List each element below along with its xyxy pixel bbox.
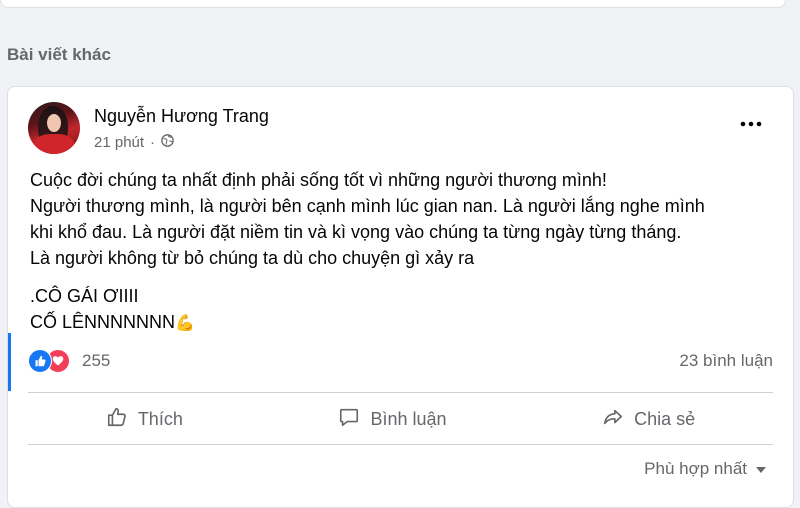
post-line: Người thương mình, là người bên cạnh mìn…: [30, 196, 705, 216]
post-card: Nguyễn Hương Trang 21 phút · Cuộc đời ch…: [7, 86, 794, 508]
like-button-label: Thích: [137, 408, 183, 429]
like-reaction-icon: [28, 349, 52, 373]
comments-count-link[interactable]: 23 bình luận: [679, 351, 773, 371]
post-cheer-line-1: .CÔ GÁI ƠIIII: [30, 286, 139, 306]
post-actions-bar: Thích Bình luận Chia sẻ: [28, 399, 773, 439]
author-name[interactable]: Nguyễn Hương Trang: [94, 106, 269, 127]
post-time[interactable]: 21 phút: [94, 134, 144, 151]
more-options-icon: [739, 114, 763, 132]
post-line: Là người không từ bỏ chúng ta dù cho chu…: [30, 248, 475, 268]
comment-button[interactable]: Bình luận: [318, 400, 466, 439]
share-button[interactable]: Chia sẻ: [582, 400, 715, 439]
divider: [28, 392, 773, 393]
share-button-label: Chia sẻ: [634, 408, 696, 429]
share-icon: [602, 406, 624, 433]
reactions-summary[interactable]: 255: [28, 349, 110, 373]
muscle-emoji-icon: 💪: [175, 315, 195, 332]
previous-card: [0, 0, 786, 8]
thumbs-up-icon: [106, 406, 128, 433]
like-button[interactable]: Thích: [86, 400, 203, 439]
comment-sort-dropdown[interactable]: Phù hợp nhất: [644, 459, 767, 479]
post-meta: 21 phút ·: [94, 134, 174, 151]
sort-label: Phù hợp nhất: [644, 459, 747, 478]
post-cheer-line-2: CỐ LÊNNNNNNN💪: [30, 309, 780, 337]
post-line: khi khổ đau. Là người đặt niềm tin và kì…: [30, 222, 682, 242]
reaction-count: 255: [82, 351, 111, 370]
more-options-button[interactable]: [737, 113, 765, 133]
post-body: Cuộc đời chúng ta nhất định phải sống tố…: [30, 167, 780, 337]
meta-separator: ·: [150, 134, 156, 151]
avatar[interactable]: [28, 102, 80, 154]
post-cheer-text: CỐ LÊNNNNNNN: [30, 312, 176, 332]
caret-down-icon: [755, 459, 767, 479]
section-title: Bài viết khác: [7, 45, 111, 64]
post-line: Cuộc đời chúng ta nhất định phải sống tố…: [30, 170, 607, 190]
comment-button-label: Bình luận: [370, 408, 447, 429]
focus-accent-bar: [8, 333, 11, 391]
globe-icon: [161, 134, 174, 151]
divider: [28, 444, 773, 445]
comment-icon: [338, 406, 360, 433]
